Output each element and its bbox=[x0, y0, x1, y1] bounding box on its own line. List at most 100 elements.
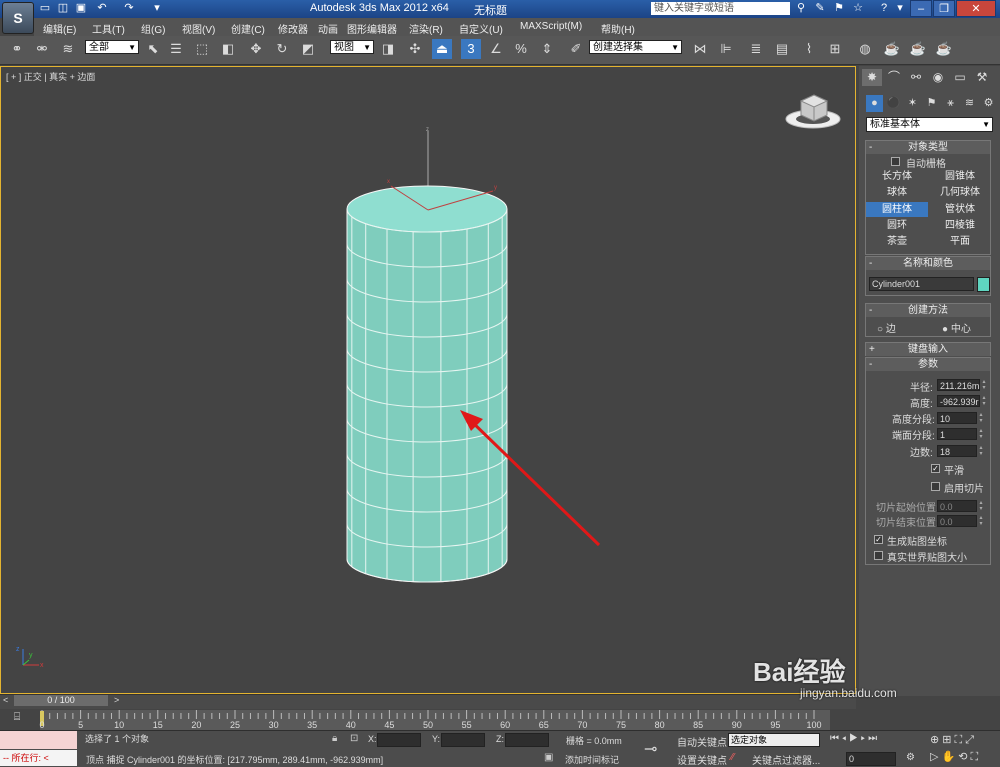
mini-curve-editor-icon[interactable]: ⌸ bbox=[8, 711, 26, 725]
menu-group[interactable]: 组(G) bbox=[141, 21, 165, 36]
absolute-mode-icon[interactable]: ⊡ bbox=[350, 733, 358, 744]
y-coordinate-input[interactable] bbox=[441, 733, 485, 747]
sphere-button[interactable]: 球体 bbox=[866, 185, 928, 200]
time-config-icon[interactable]: ⚙ bbox=[906, 752, 915, 763]
menu-views[interactable]: 视图(V) bbox=[182, 21, 215, 36]
menu-tools[interactable]: 工具(T) bbox=[92, 21, 125, 36]
mirror-icon[interactable]: ⋈ bbox=[690, 39, 710, 59]
plane-button[interactable]: 平面 bbox=[929, 234, 991, 249]
set-key-icon[interactable]: ⊸ bbox=[644, 739, 657, 759]
systems-icon[interactable]: ⚙ bbox=[980, 95, 997, 112]
modify-tab-icon[interactable]: ⌒ bbox=[884, 69, 904, 86]
key-filters-button[interactable]: 关键点过滤器... bbox=[752, 752, 820, 767]
utilities-tab-icon[interactable]: ⚒ bbox=[972, 69, 992, 86]
menu-edit[interactable]: 编辑(E) bbox=[43, 21, 76, 36]
x-coordinate-input[interactable] bbox=[377, 733, 421, 747]
material-editor-icon[interactable]: ◍ bbox=[855, 39, 875, 59]
auto-key-button[interactable]: 自动关键点 bbox=[677, 734, 727, 749]
time-tag-icon[interactable]: ▣ bbox=[544, 752, 553, 763]
select-object-icon[interactable]: ⬉ bbox=[143, 39, 163, 59]
render-production-icon[interactable]: ☕ bbox=[934, 39, 954, 59]
geosphere-button[interactable]: 几何球体 bbox=[929, 185, 991, 200]
curve-editor-icon[interactable]: ⌇ bbox=[799, 39, 819, 59]
autogrid-checkbox[interactable] bbox=[891, 157, 900, 166]
add-time-tag[interactable]: 添加时间标记 bbox=[565, 753, 619, 766]
percent-snap-icon[interactable]: % bbox=[511, 39, 531, 59]
selection-set-dropdown[interactable]: 选定对象 bbox=[728, 733, 820, 747]
create-tab-icon[interactable]: ✸ bbox=[862, 69, 882, 86]
scale-icon[interactable]: ◩ bbox=[298, 39, 318, 59]
spinner-arrows-icon[interactable]: ▴ ▾ bbox=[978, 445, 984, 457]
close-button[interactable]: ✕ bbox=[956, 0, 996, 17]
subscription-icon[interactable]: ⚑ bbox=[831, 1, 847, 16]
set-key-button[interactable]: 设置关键点 bbox=[677, 752, 727, 767]
current-frame-input[interactable]: 0 bbox=[846, 752, 896, 766]
motion-tab-icon[interactable]: ◉ bbox=[928, 69, 948, 86]
time-next-icon[interactable]: > bbox=[114, 695, 119, 705]
viewport-nav-controls[interactable]: ⊕ ⊞ ⛶ ⤢ bbox=[930, 733, 974, 747]
time-slider-thumb[interactable]: 0 / 100 bbox=[14, 695, 108, 706]
slice-to-spinner[interactable]: 0.0 bbox=[937, 515, 977, 527]
perspective-viewport[interactable]: [ + ] 正交 | 真实 + 边面 z x y x y z bbox=[0, 66, 856, 694]
torus-button[interactable]: 圆环 bbox=[866, 218, 928, 233]
time-slider-track[interactable] bbox=[0, 694, 856, 709]
move-icon[interactable]: ✥ bbox=[246, 39, 266, 59]
cylinder-button[interactable]: 圆柱体 bbox=[866, 202, 928, 217]
menu-create[interactable]: 创建(C) bbox=[231, 21, 265, 36]
help-search-input[interactable]: 键入关键字或短语 bbox=[651, 2, 790, 15]
display-tab-icon[interactable]: ▭ bbox=[950, 69, 970, 86]
pyramid-button[interactable]: 四棱锥 bbox=[929, 218, 991, 233]
slice-on-checkbox[interactable] bbox=[931, 482, 940, 491]
undo-icon[interactable]: ↶ bbox=[95, 2, 109, 15]
center-radio[interactable]: ● 中心 bbox=[942, 320, 971, 335]
spinner-arrows-icon[interactable]: ▴ ▾ bbox=[978, 515, 984, 527]
keyboard-shortcut-override-icon[interactable]: ⏏ bbox=[432, 39, 452, 59]
gen-mapping-checkbox[interactable]: ✓ bbox=[874, 535, 883, 544]
parameters-header[interactable]: - 参数 bbox=[866, 358, 990, 371]
edge-radio[interactable]: ○ 边 bbox=[877, 320, 896, 335]
cameras-icon[interactable]: ⚑ bbox=[923, 95, 940, 112]
object-color-swatch[interactable] bbox=[977, 277, 990, 292]
object-type-header[interactable]: - 对象类型 bbox=[866, 141, 990, 154]
open-file-icon[interactable]: ◫ bbox=[56, 2, 70, 15]
quick-access-dropdown-icon[interactable]: ▾ bbox=[150, 2, 164, 15]
help-icon[interactable]: ? bbox=[876, 1, 892, 16]
unlink-icon[interactable]: ⚮ bbox=[32, 39, 52, 59]
menu-graph-editors[interactable]: 图形编辑器 bbox=[347, 21, 397, 36]
height-segments-spinner[interactable]: 10 bbox=[937, 412, 977, 424]
selection-lock-icon[interactable]: 🔒︎ bbox=[332, 733, 337, 744]
sides-spinner[interactable]: 18 bbox=[937, 445, 977, 457]
pivot-center-icon[interactable]: ◨ bbox=[378, 39, 398, 59]
slice-from-spinner[interactable]: 0.0 bbox=[937, 500, 977, 512]
snap-3d-icon[interactable]: 3 bbox=[461, 39, 481, 59]
teapot-button[interactable]: 茶壶 bbox=[866, 234, 928, 249]
viewport-nav-controls-2[interactable]: ▷ ✋ ⟲ ⛶ bbox=[930, 750, 978, 764]
maxscript-listener-top[interactable] bbox=[0, 731, 77, 749]
cap-segments-spinner[interactable]: 1 bbox=[937, 428, 977, 440]
restore-button[interactable]: ❐ bbox=[933, 0, 955, 17]
spinner-arrows-icon[interactable]: ▴ ▾ bbox=[978, 412, 984, 424]
minimize-button[interactable]: – bbox=[910, 0, 932, 17]
tube-button[interactable]: 管状体 bbox=[929, 202, 991, 217]
maxscript-listener-bottom[interactable]: -- 所在行: < bbox=[0, 750, 77, 766]
named-selection-dropdown[interactable]: 创建选择集 ▼ bbox=[589, 40, 682, 54]
menu-customize[interactable]: 自定义(U) bbox=[459, 21, 503, 36]
redo-icon[interactable]: ↷ bbox=[122, 2, 136, 15]
height-spinner[interactable]: -962.939r bbox=[937, 395, 980, 407]
menu-modifiers[interactable]: 修改器 bbox=[278, 21, 308, 36]
window-crossing-icon[interactable]: ◧ bbox=[218, 39, 238, 59]
schematic-view-icon[interactable]: ⊞ bbox=[825, 39, 845, 59]
help-dropdown-icon[interactable]: ▾ bbox=[892, 1, 908, 16]
primitive-type-dropdown[interactable]: 标准基本体 ▼ bbox=[866, 117, 993, 132]
lights-icon[interactable]: ✶ bbox=[904, 95, 921, 112]
hierarchy-tab-icon[interactable]: ⚯ bbox=[906, 69, 926, 86]
smooth-checkbox[interactable]: ✓ bbox=[931, 464, 940, 473]
selection-filter-dropdown[interactable]: 全部 ▼ bbox=[85, 40, 139, 54]
radius-spinner[interactable]: 211.216m bbox=[937, 379, 980, 391]
shapes-icon[interactable]: ⚫ bbox=[885, 95, 902, 112]
ref-coord-dropdown[interactable]: 视图 ▼ bbox=[330, 40, 374, 54]
select-manipulate-icon[interactable]: ✣ bbox=[405, 39, 425, 59]
cone-button[interactable]: 圆锥体 bbox=[929, 169, 991, 184]
spinner-snap-icon[interactable]: ⇕ bbox=[537, 39, 557, 59]
render-setup-icon[interactable]: ☕ bbox=[882, 39, 902, 59]
